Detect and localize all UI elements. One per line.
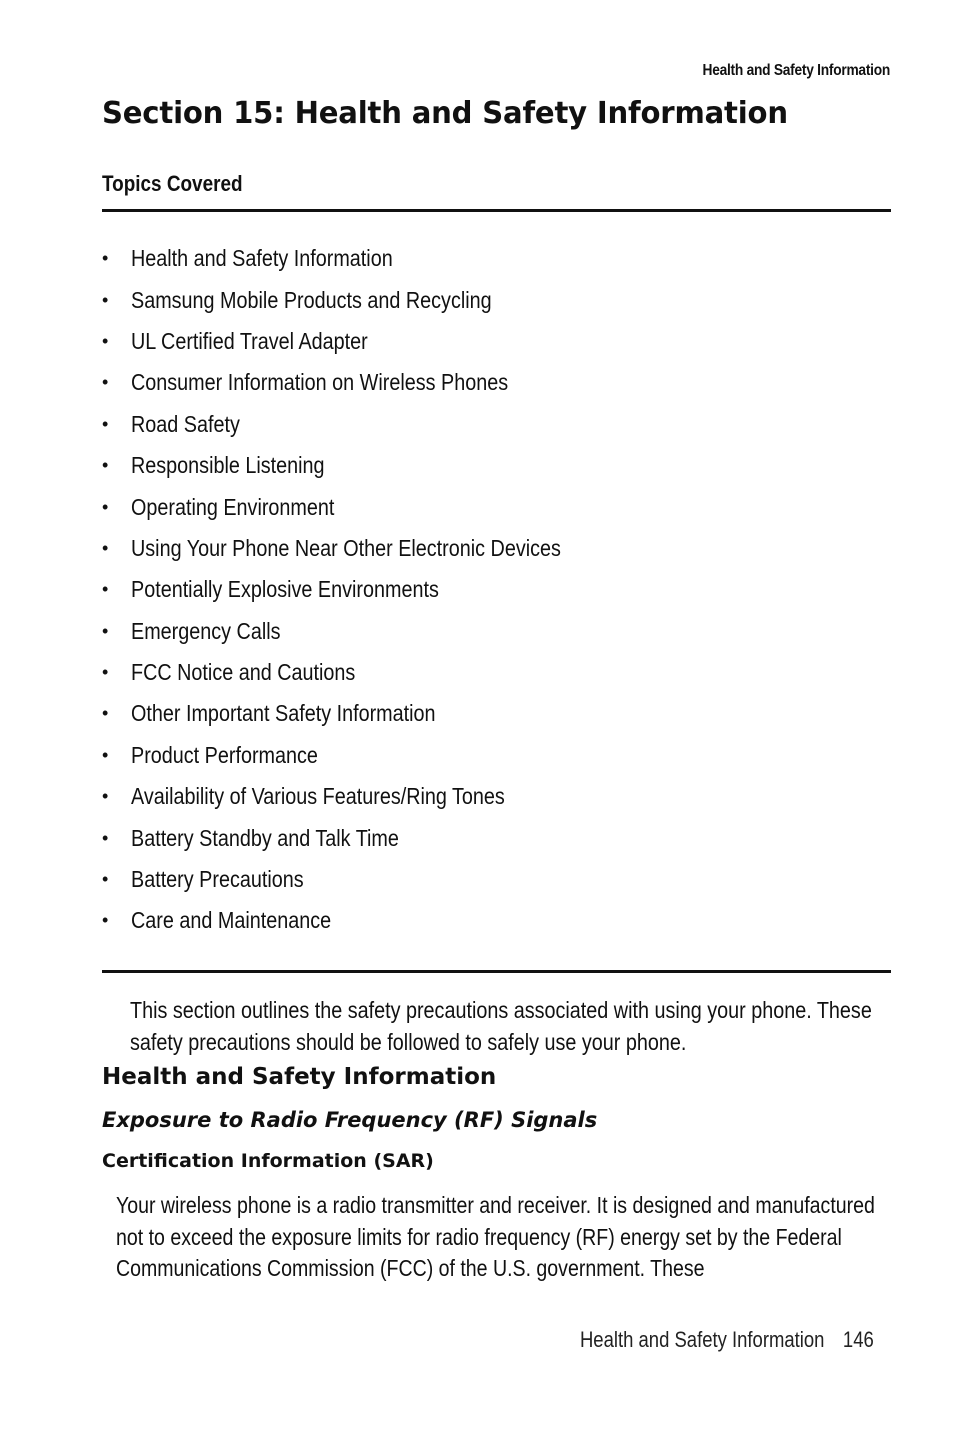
topic-item: • Other Important Safety Information [102, 693, 631, 734]
topic-text: Product Performance [131, 741, 318, 768]
bullet-icon: • [102, 744, 109, 765]
topic-text: UL Certified Travel Adapter [131, 327, 368, 354]
topic-item: • Battery Standby and Talk Time [102, 817, 631, 858]
topics-list: • Health and Safety Information • Samsung … [102, 238, 631, 942]
topic-item: • Operating Environment [102, 486, 631, 527]
topics-covered-label: Topics Covered [102, 171, 243, 196]
bullet-icon: • [102, 413, 109, 434]
topic-text: Potentially Explosive Environments [131, 576, 439, 603]
bullet-icon: • [102, 289, 109, 310]
topic-item: • Health and Safety Information [102, 238, 631, 279]
bullet-icon: • [102, 869, 109, 890]
bullet-icon: • [102, 248, 109, 269]
topic-text: Consumer Information on Wireless Phones [131, 369, 509, 396]
topic-text: Operating Environment [131, 493, 335, 520]
topic-item: • Samsung Mobile Products and Recycling [102, 279, 631, 320]
topic-item: • Responsible Listening [102, 445, 631, 486]
topic-item: • Emergency Calls [102, 611, 631, 652]
topic-item: • UL Certified Travel Adapter [102, 321, 631, 362]
bottom-divider [102, 970, 891, 973]
topic-text: Samsung Mobile Products and Recycling [131, 286, 492, 313]
topic-text: Availability of Various Features/Ring To… [131, 783, 505, 810]
bullet-icon: • [102, 910, 109, 931]
bullet-icon: • [102, 496, 109, 517]
bullet-icon: • [102, 579, 109, 600]
topic-text: Responsible Listening [131, 452, 325, 479]
topic-item: • Road Safety [102, 404, 631, 445]
topic-text: Health and Safety Information [131, 245, 393, 272]
running-header: Health and Safety Information [702, 62, 891, 79]
topic-item: • FCC Notice and Cautions [102, 652, 631, 693]
topic-item: • Using Your Phone Near Other Electronic … [102, 528, 631, 569]
section-title: Section 15: Health and Safety Informatio… [102, 96, 788, 131]
bullet-icon: • [102, 455, 109, 476]
heading-sar-certification: Certification Information (SAR) [102, 1150, 434, 1172]
topic-item: • Product Performance [102, 735, 631, 776]
topic-text: Road Safety [131, 410, 240, 437]
topic-item: • Potentially Explosive Environments [102, 569, 631, 610]
topic-text: Care and Maintenance [131, 907, 332, 934]
bullet-icon: • [102, 662, 109, 683]
top-divider [102, 209, 891, 212]
topic-text: Battery Standby and Talk Time [131, 824, 399, 851]
topic-text: FCC Notice and Cautions [131, 659, 356, 686]
bullet-icon: • [102, 330, 109, 351]
topic-item: • Availability of Various Features/Ring T… [102, 776, 631, 817]
topic-item: • Care and Maintenance [102, 900, 631, 941]
topic-text: Using Your Phone Near Other Electronic D… [131, 534, 561, 561]
topic-text: Emergency Calls [131, 617, 281, 644]
heading-health-safety: Health and Safety Information [102, 1064, 497, 1090]
bullet-icon: • [102, 620, 109, 641]
bullet-icon: • [102, 537, 109, 558]
page-footer: Health and Safety Information 146 [580, 1327, 874, 1353]
bullet-icon: • [102, 827, 109, 848]
topic-item: • Battery Precautions [102, 859, 631, 900]
footer-label: Health and Safety Information [580, 1327, 825, 1352]
page-number: 146 [843, 1327, 874, 1352]
bullet-icon: • [102, 703, 109, 724]
intro-paragraph: This section outlines the safety precaut… [130, 997, 872, 1055]
sar-body-paragraph: Your wireless phone is a radio transmitt… [116, 1192, 875, 1281]
bullet-icon: • [102, 372, 109, 393]
bullet-icon: • [102, 786, 109, 807]
topic-text: Battery Precautions [131, 866, 304, 893]
topic-text: Other Important Safety Information [131, 700, 436, 727]
heading-rf-exposure: Exposure to Radio Frequency (RF) Signals [102, 1108, 598, 1132]
topic-item: • Consumer Information on Wireless Phones [102, 362, 631, 403]
